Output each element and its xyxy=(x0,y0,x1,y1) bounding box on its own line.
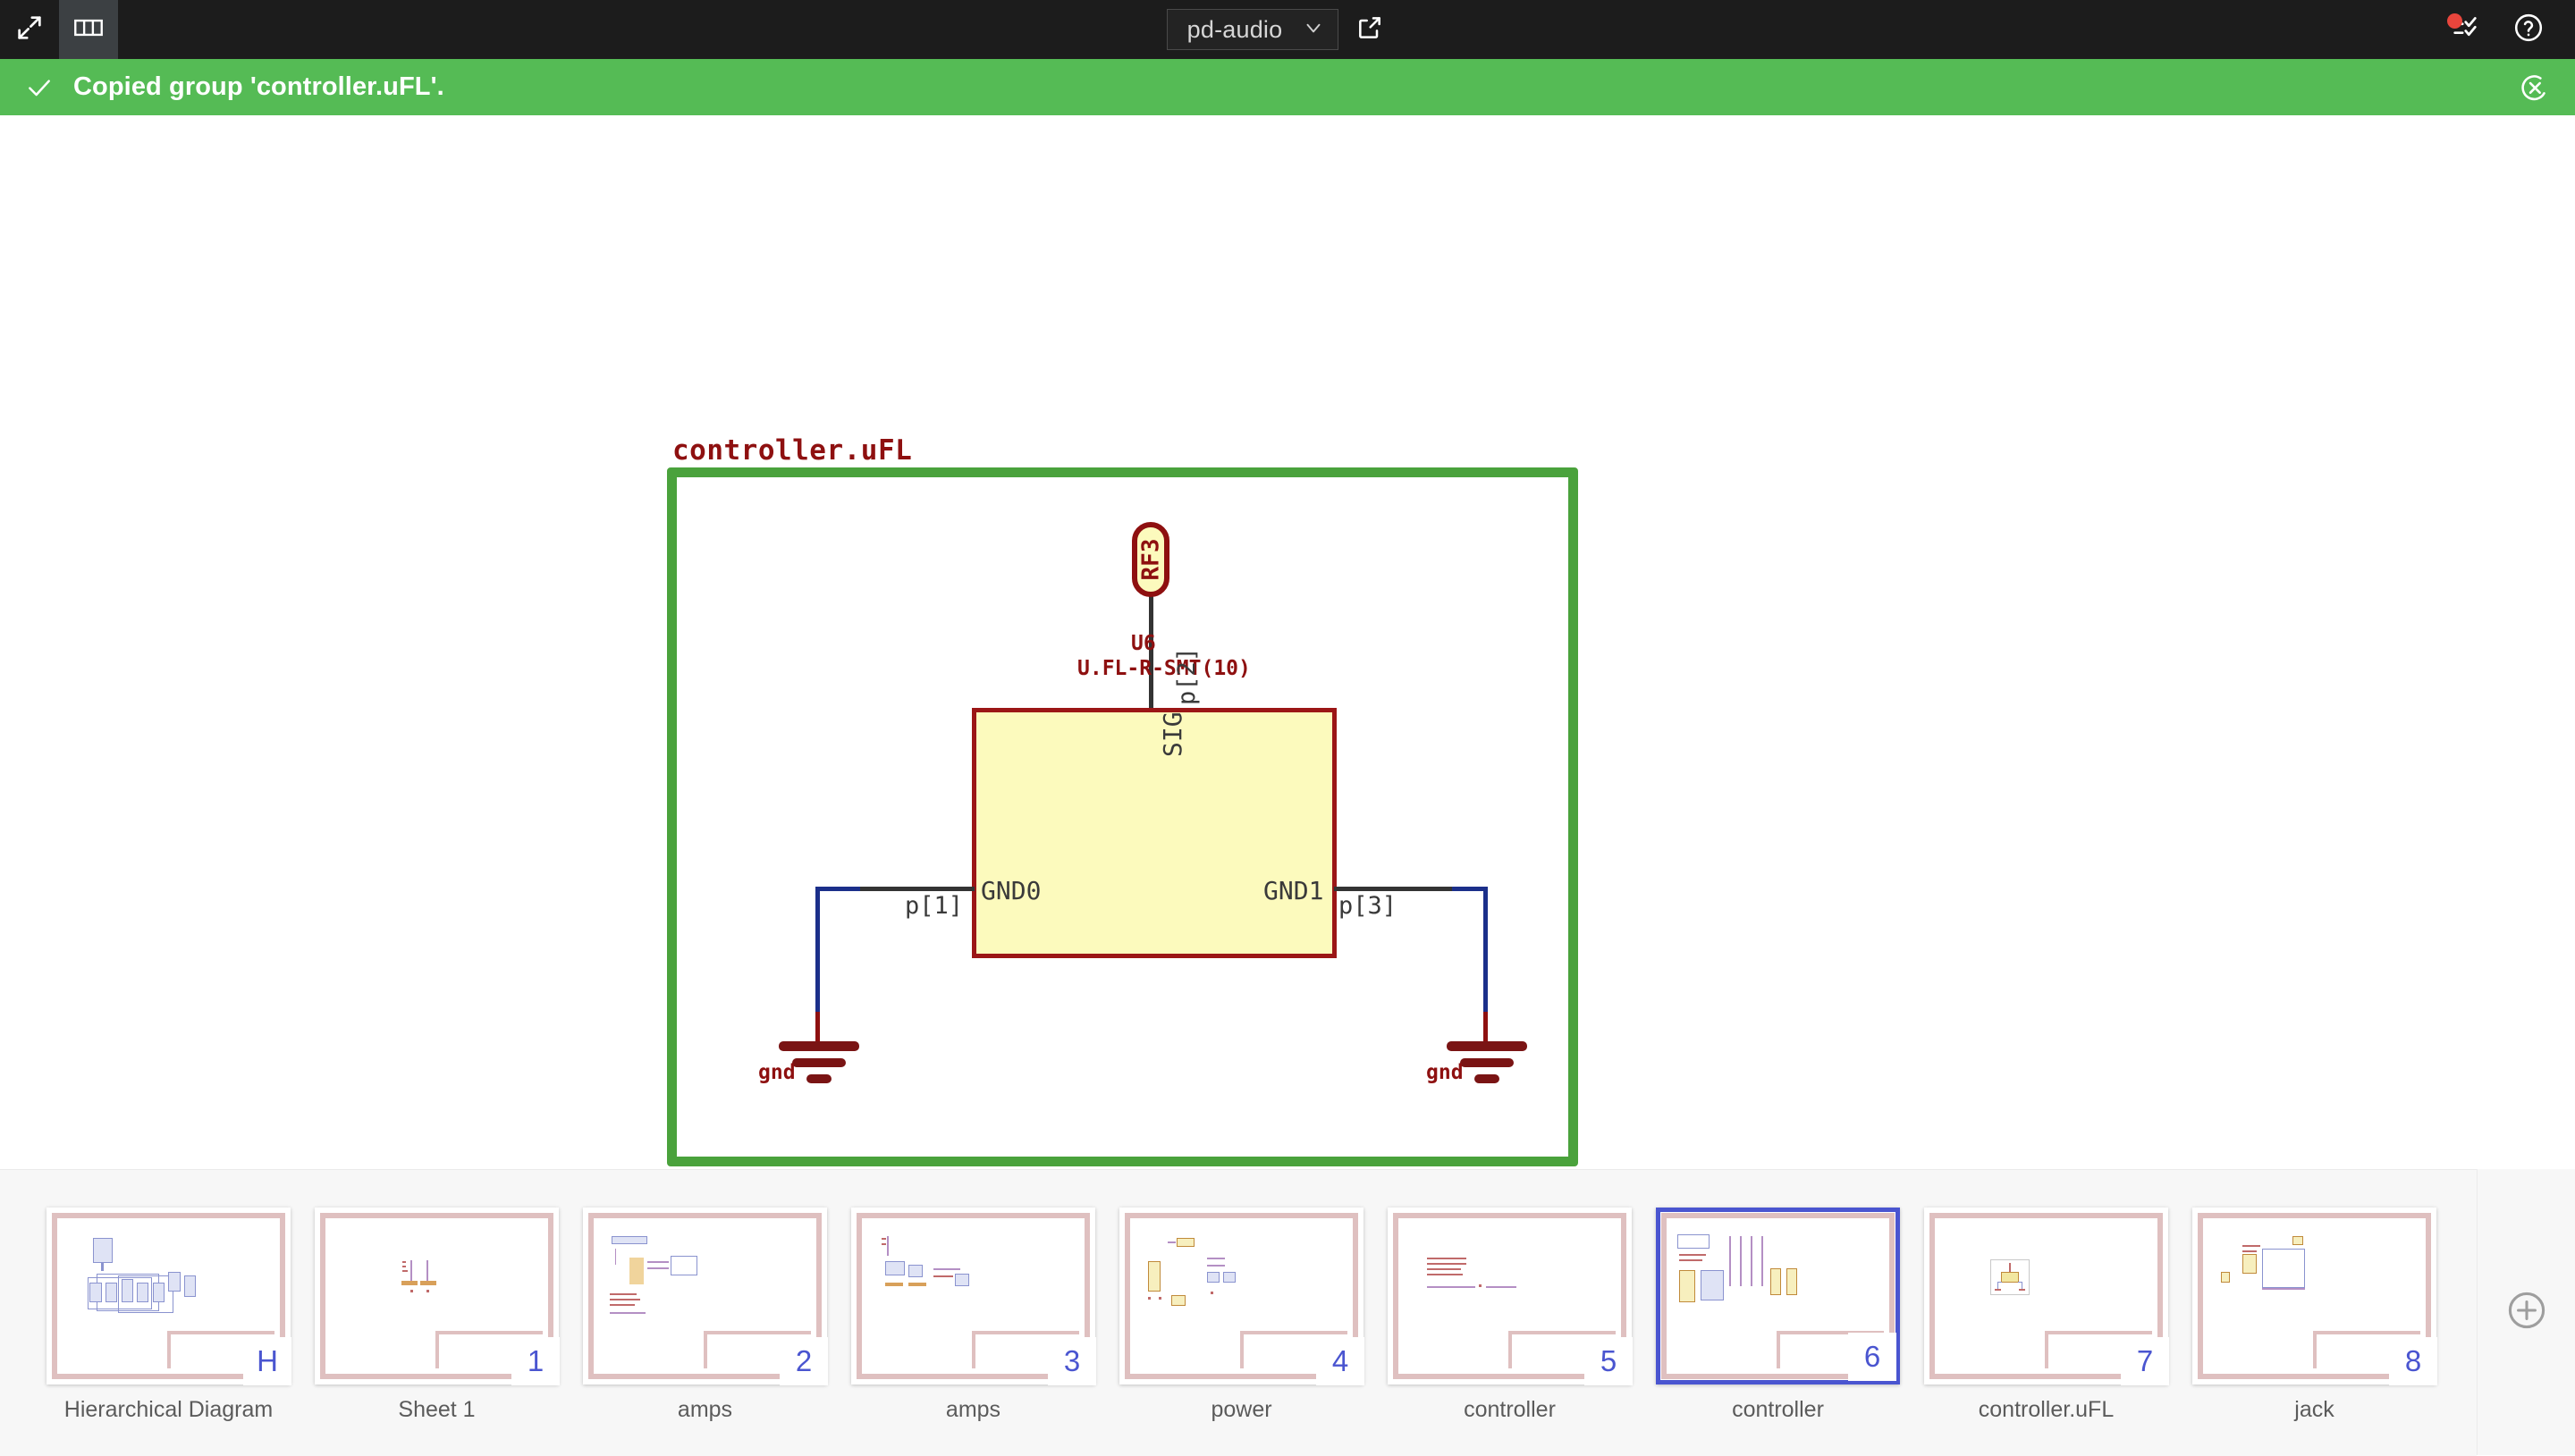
thumbnail-page-badge: 7 xyxy=(2121,1337,2169,1385)
thumbnail-frame[interactable]: 6 xyxy=(1656,1208,1900,1384)
sheet-thumbnail-strip: H Hierarchical Diagram 1 Sheet 1 2 amps 3 amps 4… xyxy=(0,1169,2575,1455)
ground-label-right: gnd xyxy=(1426,1061,1464,1084)
wire-gnd0-horizontal xyxy=(858,887,975,891)
thumbnail-frame[interactable]: 8 xyxy=(2192,1208,2436,1384)
pin-label-sig: SIG xyxy=(1158,711,1187,757)
wire-gnd0-net-horizontal xyxy=(815,887,860,891)
thumbnail-page-badge: 4 xyxy=(1316,1337,1364,1385)
thumbnail-caption: Sheet 1 xyxy=(315,1397,559,1423)
thumbnail-frame[interactable]: 2 xyxy=(583,1208,827,1384)
thumbnail-caption: amps xyxy=(851,1397,1095,1423)
close-circle-icon[interactable] xyxy=(2520,72,2550,103)
status-toast: Copied group 'controller.uFL'. xyxy=(0,59,2575,115)
toast-message: Copied group 'controller.uFL'. xyxy=(73,72,444,102)
notification-badge-dot xyxy=(2447,13,2462,29)
expand-arrows-icon xyxy=(14,13,45,47)
thumbnail-item[interactable]: 6 controller xyxy=(1656,1208,1900,1423)
thumbnail-caption: amps xyxy=(583,1397,827,1423)
thumbnail-list[interactable]: H Hierarchical Diagram 1 Sheet 1 2 amps 3 amps 4… xyxy=(0,1170,2477,1456)
net-label-p2: p[2] xyxy=(1173,647,1201,705)
wire-gnd1-net-vertical xyxy=(1483,887,1488,1016)
pin-label-gnd0: GND0 xyxy=(981,876,1041,905)
thumbnail-frame[interactable]: 3 xyxy=(851,1208,1095,1384)
help-button[interactable] xyxy=(2512,12,2545,48)
chevron-down-icon xyxy=(1302,16,1325,44)
thumbnail-item[interactable]: 3 amps xyxy=(851,1208,1095,1423)
thumbnail-item[interactable]: 7 controller.uFL xyxy=(1924,1208,2168,1423)
wire-gnd1-horizontal xyxy=(1334,887,1456,891)
add-sheet-button[interactable] xyxy=(2477,1169,2575,1455)
pin-label-gnd1: GND1 xyxy=(1263,876,1323,905)
thumbnail-frame[interactable]: 4 xyxy=(1119,1208,1363,1384)
thumbnail-item[interactable]: 2 amps xyxy=(583,1208,827,1423)
component-ref-label: U6 xyxy=(1131,632,1156,655)
open-external-button[interactable] xyxy=(1338,0,1401,59)
thumbnail-page-badge: 8 xyxy=(2389,1337,2437,1385)
toolbar-spacer xyxy=(118,0,1167,59)
thumbnail-item[interactable]: H Hierarchical Diagram xyxy=(46,1208,291,1423)
thumbnail-item[interactable]: 4 power xyxy=(1119,1208,1363,1423)
thumbnail-caption: controller xyxy=(1388,1397,1632,1423)
panels-toggle-button[interactable] xyxy=(59,0,118,59)
thumbnail-page-badge: H xyxy=(243,1337,291,1385)
port-symbol-rf3[interactable]: RF3 xyxy=(1132,522,1169,597)
net-label-p3: p[3] xyxy=(1338,892,1397,920)
wire-gnd0-stem xyxy=(815,1012,820,1044)
thumbnail-caption: Hierarchical Diagram xyxy=(46,1397,291,1423)
thumbnail-page-badge: 5 xyxy=(1584,1337,1633,1385)
thumbnail-frame[interactable]: 7 xyxy=(1924,1208,2168,1384)
group-title-label: controller.uFL xyxy=(672,434,912,467)
thumbnail-page-badge: 1 xyxy=(511,1337,560,1385)
component-u6-body[interactable] xyxy=(972,708,1337,958)
panels-columns-icon xyxy=(73,14,104,46)
thumbnail-page-badge: 3 xyxy=(1048,1337,1096,1385)
project-name-label: pd-audio xyxy=(1187,16,1283,44)
thumbnail-frame[interactable]: 5 xyxy=(1388,1208,1632,1384)
thumbnail-page-badge: 2 xyxy=(780,1337,828,1385)
thumbnail-page-badge: 6 xyxy=(1848,1333,1896,1381)
net-label-p1: p[1] xyxy=(905,892,963,920)
thumbnail-caption: controller.uFL xyxy=(1924,1397,2168,1423)
plus-circle-icon xyxy=(2505,1289,2548,1336)
wire-gnd1-stem xyxy=(1483,1012,1488,1044)
wire-gnd1-net-horizontal xyxy=(1452,887,1488,891)
thumbnail-frame[interactable]: 1 xyxy=(315,1208,559,1384)
checklist-button[interactable] xyxy=(2450,13,2480,47)
wire-gnd0-net-vertical xyxy=(815,887,820,1016)
project-selector[interactable]: pd-audio xyxy=(1167,9,1339,50)
external-link-icon xyxy=(1355,13,1384,46)
thumbnail-caption: controller xyxy=(1656,1397,1900,1423)
toolbar-right-icons xyxy=(2450,0,2575,59)
ground-label-left: gnd xyxy=(758,1061,796,1084)
port-label-rf3: RF3 xyxy=(1137,539,1164,581)
thumbnail-item[interactable]: 5 controller xyxy=(1388,1208,1632,1423)
thumbnail-caption: jack xyxy=(2192,1397,2436,1423)
help-question-icon xyxy=(2512,12,2545,48)
thumbnail-caption: power xyxy=(1119,1397,1363,1423)
thumbnail-item[interactable]: 1 Sheet 1 xyxy=(315,1208,559,1423)
top-toolbar: pd-audio xyxy=(0,0,2575,59)
expand-button[interactable] xyxy=(0,0,59,59)
schematic-canvas[interactable]: controller.uFL U6 U.FL-R-SMT(10) p[2] SI… xyxy=(0,115,2575,1169)
checkmark-icon xyxy=(25,73,54,102)
thumbnail-frame[interactable]: H xyxy=(46,1208,291,1384)
toolbar-spacer-right xyxy=(1401,0,2450,59)
component-value-label: U.FL-R-SMT(10) xyxy=(1077,657,1251,680)
thumbnail-item[interactable]: 8 jack xyxy=(2192,1208,2436,1423)
